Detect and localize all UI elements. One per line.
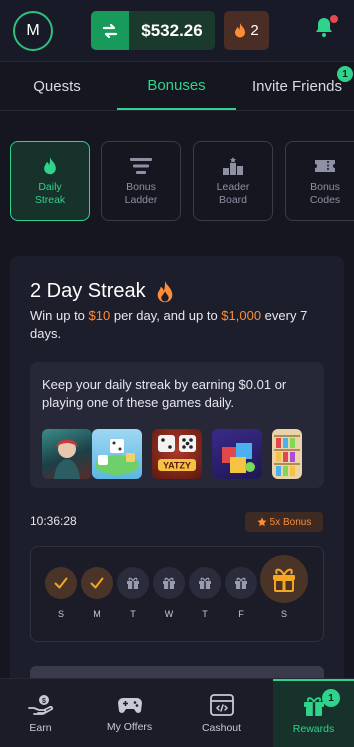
streak-counter[interactable]: 2: [224, 11, 269, 50]
svg-text:$: $: [42, 698, 46, 705]
day-label: S: [57, 609, 64, 619]
tab-bonuses-label: Bonuses: [147, 76, 206, 94]
game-thumb-yatzy[interactable]: YATZY: [152, 429, 202, 479]
day-friday: F: [224, 567, 258, 619]
check-icon: [45, 567, 77, 599]
day-sunday: S: [44, 567, 78, 619]
gift-icon: [225, 567, 257, 599]
big-gift-icon: [260, 555, 308, 603]
subtab-daily-streak-label: Daily Streak: [34, 181, 66, 206]
tab-invite-friends[interactable]: Invite Friends 1: [240, 62, 354, 110]
day-saturday-big-reward: S: [259, 555, 309, 619]
day-label: F: [238, 609, 244, 619]
notification-dot: [330, 15, 338, 23]
streak-title: 2 Day Streak: [30, 280, 174, 303]
subtab-bonus-ladder[interactable]: Bonus Ladder: [101, 141, 181, 221]
nav-rewards[interactable]: Rewards 1: [273, 679, 354, 747]
nav-earn-label: Earn: [29, 721, 52, 734]
flame-icon: [43, 155, 57, 177]
rewards-badge: 1: [322, 689, 340, 707]
invite-badge: 1: [337, 66, 353, 82]
top-bar: M $532.26 2: [0, 0, 354, 62]
tab-invite-friends-label: Invite Friends: [251, 77, 343, 95]
yatzy-logo-text: YATZY: [163, 461, 191, 471]
bonus-multiplier-text: 5x Bonus: [269, 516, 312, 528]
tab-quests[interactable]: Quests: [0, 62, 114, 110]
streak-subtitle: Win up to $10 per day, and up to $1,000 …: [30, 307, 330, 343]
balance-button[interactable]: $532.26: [91, 11, 215, 50]
tab-bonuses[interactable]: Bonuses: [117, 62, 236, 110]
day-label: W: [164, 609, 174, 619]
notification-bell-icon[interactable]: [312, 15, 338, 41]
streak-timer: 10:36:28: [30, 514, 77, 528]
day-monday: M: [80, 567, 114, 619]
check-icon: [81, 567, 113, 599]
streak-count: 2: [250, 22, 259, 39]
subtab-daily-streak[interactable]: Daily Streak: [10, 141, 90, 221]
day-wednesday: W: [152, 567, 186, 619]
day-tuesday: T: [116, 567, 150, 619]
weekly-win-amount: $1,000: [221, 308, 262, 323]
avatar-letter: M: [26, 22, 40, 39]
nav-earn[interactable]: $ Earn: [0, 679, 81, 747]
tab-quests-label: Quests: [33, 77, 81, 95]
flame-icon: [235, 23, 246, 38]
subtab-bonus-codes-label: Bonus Codes: [309, 181, 341, 206]
ticket-icon: [314, 155, 336, 177]
nav-my-offers-label: My Offers: [106, 720, 153, 733]
games-instructions: Keep your daily streak by earning $0.01 …: [42, 377, 287, 410]
bonus-subtabs: Daily Streak Bonus Ladder Leader Board B…: [0, 141, 354, 221]
nav-my-offers[interactable]: My Offers: [89, 679, 170, 747]
section-tabs: Quests Bonuses Invite Friends 1: [0, 62, 354, 111]
bottom-navigation: $ Earn My Offers Cashout Rewards 1: [0, 678, 354, 747]
podium-icon: [222, 155, 244, 177]
game-thumb-sort[interactable]: [272, 429, 302, 479]
subtitle-text-2: per day, and up to: [110, 308, 222, 323]
exchange-icon: [91, 11, 129, 50]
day-label: M: [93, 609, 101, 619]
flame-icon: [157, 280, 172, 302]
nav-rewards-label: Rewards: [292, 722, 335, 735]
subtab-bonus-ladder-label: Bonus Ladder: [124, 181, 158, 206]
gift-icon: [189, 567, 221, 599]
nav-cashout-label: Cashout: [201, 721, 242, 734]
day-label: T: [202, 609, 208, 619]
star-icon: [257, 517, 267, 527]
cashout-icon: [209, 693, 234, 716]
nav-cashout[interactable]: Cashout: [181, 679, 262, 747]
game-thumb-puzzle[interactable]: [212, 429, 262, 479]
day-thursday: T: [188, 567, 222, 619]
gift-icon: [117, 567, 149, 599]
gift-icon: [153, 567, 185, 599]
games-panel: Keep your daily streak by earning $0.01 …: [30, 362, 324, 488]
subtab-bonus-codes[interactable]: Bonus Codes: [285, 141, 354, 221]
avatar[interactable]: M: [13, 11, 53, 51]
weekly-streak-tracker: S M T W T F S: [30, 546, 324, 642]
gamepad-icon: [117, 697, 142, 713]
bonus-multiplier-badge: 5x Bonus: [245, 512, 323, 532]
day-label: S: [280, 609, 287, 619]
subtab-leader-board-label: Leader Board: [216, 181, 250, 206]
subtab-leader-board[interactable]: Leader Board: [193, 141, 273, 221]
ladder-icon: [129, 155, 153, 177]
subtitle-text-1: Win up to: [30, 308, 89, 323]
game-thumb-warrior[interactable]: [42, 429, 92, 479]
hand-coin-icon: $: [27, 694, 53, 715]
day-label: T: [130, 609, 136, 619]
game-thumb-dice-board[interactable]: [92, 429, 142, 479]
daily-win-amount: $10: [88, 308, 111, 323]
balance-value: $532.26: [141, 20, 203, 40]
streak-title-text: 2 Day Streak: [30, 280, 146, 302]
daily-streak-card: 2 Day Streak Win up to $10 per day, and …: [10, 256, 344, 696]
